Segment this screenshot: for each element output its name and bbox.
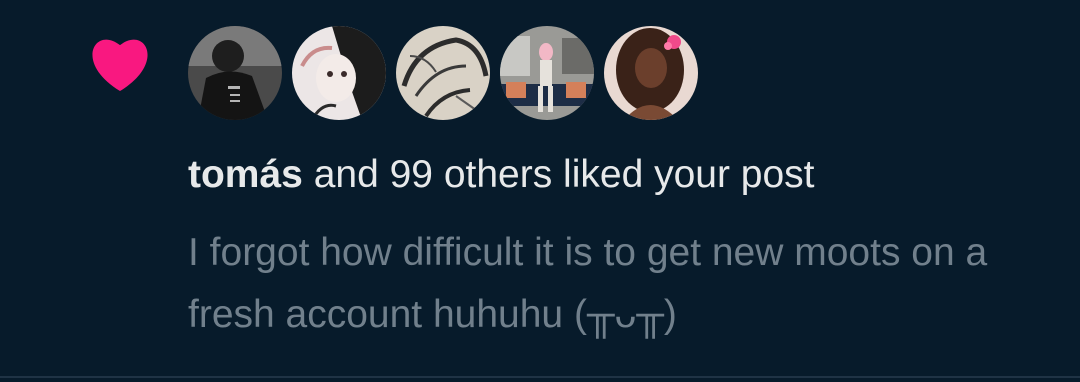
user-name-link[interactable]: tomás: [188, 153, 303, 196]
like-notification[interactable]: tomás and 99 others liked your post I fo…: [0, 0, 1080, 376]
avatar-2[interactable]: [292, 26, 386, 120]
notification-action-text: and 99 others liked your post: [302, 153, 815, 196]
avatar-4[interactable]: [500, 26, 594, 120]
heart-icon: [92, 39, 148, 91]
avatar-row: [188, 26, 698, 122]
notification-headline: tomás and 99 others liked your post: [188, 150, 815, 200]
post-preview-text: I forgot how difficult it is to get new …: [188, 231, 988, 336]
avatar-5[interactable]: [604, 26, 698, 120]
avatar-3[interactable]: [396, 26, 490, 120]
avatar-1[interactable]: [188, 26, 282, 120]
divider: [0, 376, 1080, 378]
